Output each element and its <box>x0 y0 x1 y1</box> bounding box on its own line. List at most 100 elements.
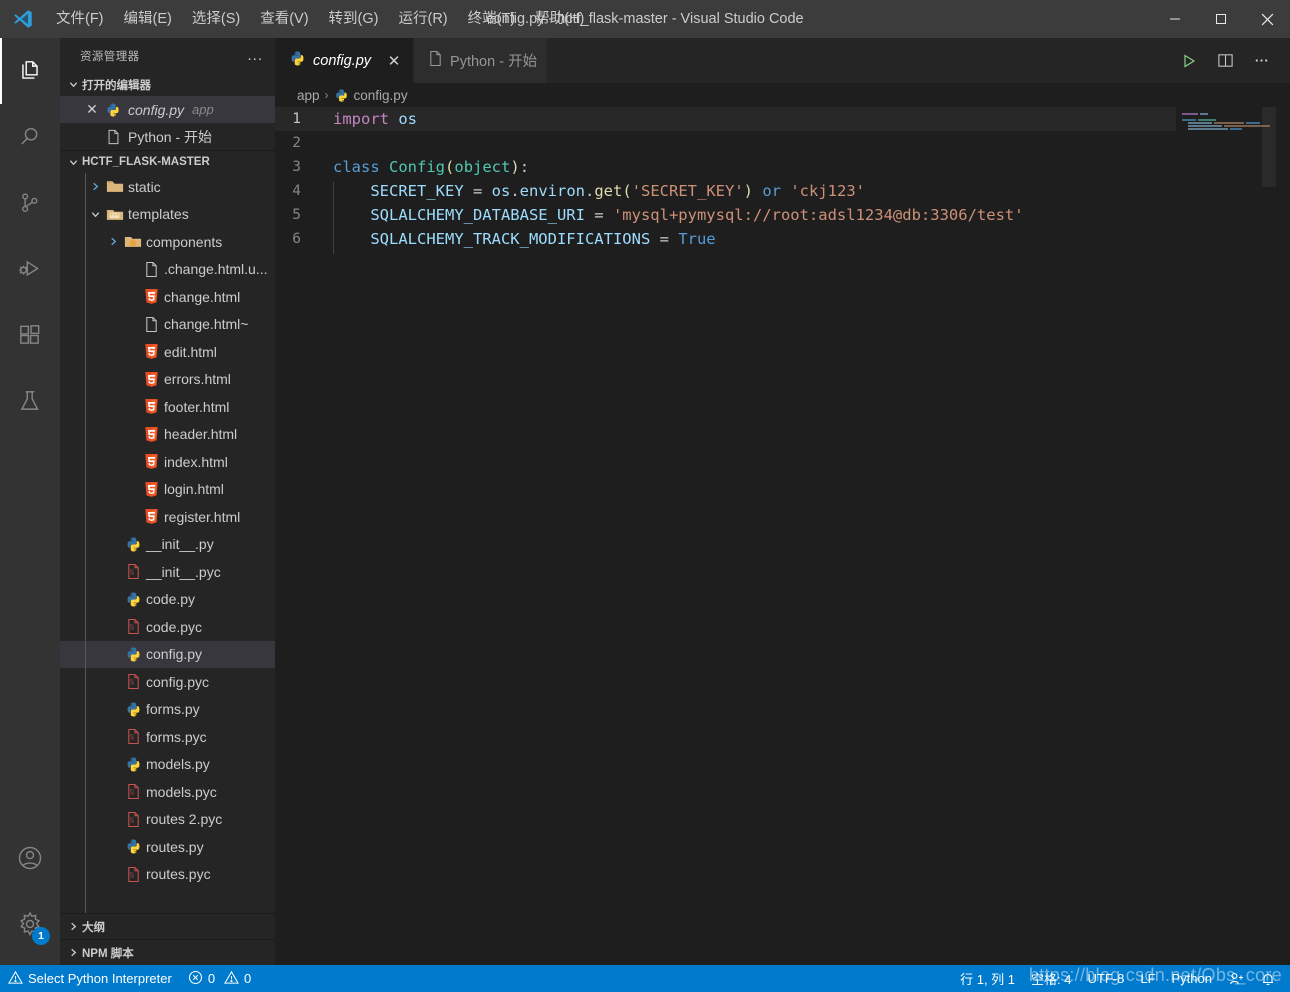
status-encoding[interactable]: UTF-8 <box>1080 965 1133 992</box>
tree-folder-templates[interactable]: templates <box>60 201 275 229</box>
line-number: 1 <box>275 111 323 127</box>
activitybar-explorer[interactable] <box>0 38 60 104</box>
tree-file-models-py[interactable]: models.py <box>60 751 275 779</box>
maximize-icon[interactable] <box>1198 0 1244 38</box>
account-icon[interactable] <box>0 825 60 891</box>
menu-view[interactable]: 查看(V) <box>250 0 318 38</box>
tree-file-footer-html[interactable]: footer.html <box>60 393 275 421</box>
binary-icon: 0110 <box>122 673 144 690</box>
status-eol[interactable]: LF <box>1132 965 1163 992</box>
breadcrumb-item-app[interactable]: app <box>297 88 320 103</box>
python-icon <box>102 102 124 118</box>
tree-file-change-html-u[interactable]: .change.html.u... <box>60 256 275 284</box>
tree-file-config-pyc[interactable]: 0110config.pyc <box>60 668 275 696</box>
tree-file-routes-2-pyc[interactable]: 0110routes 2.pyc <box>60 806 275 834</box>
menu-file[interactable]: 文件(F) <box>46 0 114 38</box>
menu-go[interactable]: 转到(G) <box>319 0 389 38</box>
tree-file-init-pyc[interactable]: 0110__init__.pyc <box>60 558 275 586</box>
tree-file-forms-py[interactable]: forms.py <box>60 696 275 724</box>
dot: . <box>510 182 519 200</box>
menu-selection[interactable]: 选择(S) <box>182 0 250 38</box>
tree-file-change-html[interactable]: change.html <box>60 283 275 311</box>
code-editor[interactable]: 1 import os 2 3 class Config(object): 4 … <box>275 107 1290 965</box>
tree-file-forms-pyc[interactable]: 0110forms.pyc <box>60 723 275 751</box>
chevron-right-icon <box>64 921 82 932</box>
tree-item-label: code.py <box>146 591 195 607</box>
tree-file-register-html[interactable]: register.html <box>60 503 275 531</box>
activitybar-run-debug[interactable] <box>0 236 60 302</box>
tree-file-routes-pyc[interactable]: 0110routes.pyc <box>60 861 275 889</box>
tree-file-init-py[interactable]: __init__.py <box>60 531 275 559</box>
breadcrumb-item-config-py[interactable]: config.py <box>354 88 408 103</box>
chevron-right-icon <box>86 181 104 192</box>
code-lines[interactable]: 1 import os 2 3 class Config(object): 4 … <box>275 107 1176 965</box>
tree-item-label: index.html <box>164 454 228 470</box>
close-icon[interactable] <box>1244 0 1290 38</box>
tree-item-label: static <box>128 179 161 195</box>
sidebar-section-outline[interactable]: 大纲 <box>60 913 275 939</box>
tree-file-routes-py[interactable]: routes.py <box>60 833 275 861</box>
open-editor-item-config-py[interactable]: ✕ config.py app <box>60 96 275 123</box>
line-content: class Config(object): <box>323 158 529 176</box>
tree-file-errors-html[interactable]: errors.html <box>60 366 275 394</box>
status-cursor-position[interactable]: 行 1, 列 1 <box>952 965 1023 992</box>
gear-icon[interactable]: 1 <box>0 891 60 957</box>
file-icon <box>102 129 124 145</box>
menu-edit[interactable]: 编辑(E) <box>114 0 182 38</box>
tree-file-models-pyc[interactable]: 0110models.pyc <box>60 778 275 806</box>
variable-db-uri: SQLALCHEMY_DATABASE_URI <box>370 206 585 224</box>
open-editor-item-python-start[interactable]: Python - 开始 <box>60 123 275 150</box>
activitybar-testing[interactable] <box>0 368 60 434</box>
ellipsis-icon[interactable] <box>1246 45 1276 77</box>
menu-terminal[interactable]: 终端(T) <box>458 0 526 38</box>
activitybar-extensions[interactable] <box>0 302 60 368</box>
open-editors-header[interactable]: 打开的编辑器 <box>60 73 275 96</box>
tab-close-icon[interactable]: ✕ <box>385 52 403 70</box>
tree-file-header-html[interactable]: header.html <box>60 421 275 449</box>
tree-file-config-py[interactable]: config.py <box>60 641 275 669</box>
minimap-slider[interactable] <box>1262 107 1276 187</box>
sidebar-section-npm-scripts[interactable]: NPM 脚本 <box>60 939 275 965</box>
tree-folder-components[interactable]: components <box>60 228 275 256</box>
status-language-mode[interactable]: Python <box>1164 965 1220 992</box>
editor-scrollbar-thumb[interactable] <box>1276 107 1290 867</box>
editor-scrollbar[interactable] <box>1276 107 1290 965</box>
minimize-icon[interactable] <box>1152 0 1198 38</box>
status-python-interpreter[interactable]: Select Python Interpreter <box>0 965 180 992</box>
open-editor-close-icon[interactable]: ✕ <box>82 101 102 118</box>
tree-file-code-pyc[interactable]: 0110code.pyc <box>60 613 275 641</box>
line-content: SQLALCHEMY_DATABASE_URI = 'mysql+pymysql… <box>323 206 1024 224</box>
status-indentation[interactable]: 空格: 4 <box>1023 965 1079 992</box>
line-number: 3 <box>275 159 323 175</box>
status-live-share[interactable] <box>1220 965 1252 992</box>
activitybar-source-control[interactable] <box>0 170 60 236</box>
equals: = <box>650 230 678 248</box>
tree-folder-static[interactable]: static <box>60 173 275 201</box>
sidebar-more-actions-icon[interactable]: ... <box>247 47 263 64</box>
line-number: 2 <box>275 135 323 151</box>
play-icon[interactable] <box>1174 45 1204 77</box>
open-editors-label: 打开的编辑器 <box>82 77 151 93</box>
status-bar: Select Python Interpreter 0 0 行 1, 列 1 空… <box>0 965 1290 992</box>
tab-label: config.py <box>313 53 371 69</box>
activitybar-search[interactable] <box>0 104 60 170</box>
status-problems[interactable]: 0 0 <box>180 965 259 992</box>
python-icon <box>122 536 144 553</box>
tree-file-index-html[interactable]: index.html <box>60 448 275 476</box>
svg-text:10: 10 <box>130 682 134 686</box>
tab-config-py[interactable]: config.py ✕ <box>275 38 414 83</box>
menu-run[interactable]: 运行(R) <box>388 0 457 38</box>
tree-file-edit-html[interactable]: edit.html <box>60 338 275 366</box>
project-folder-header[interactable]: HCTF_FLASK-MASTER <box>60 150 275 173</box>
tab-python-start[interactable]: Python - 开始 <box>414 38 548 83</box>
tree-item-label: edit.html <box>164 344 217 360</box>
minimap[interactable] <box>1176 107 1276 965</box>
split-editor-icon[interactable] <box>1210 45 1240 77</box>
menu-help[interactable]: 帮助(H) <box>525 0 594 38</box>
file-icon <box>140 261 162 278</box>
status-bar-right: 行 1, 列 1 空格: 4 UTF-8 LF Python <box>952 965 1290 992</box>
tree-file-code-py[interactable]: code.py <box>60 586 275 614</box>
tree-file-change-html[interactable]: change.html~ <box>60 311 275 339</box>
tree-file-login-html[interactable]: login.html <box>60 476 275 504</box>
status-notifications[interactable] <box>1252 965 1284 992</box>
